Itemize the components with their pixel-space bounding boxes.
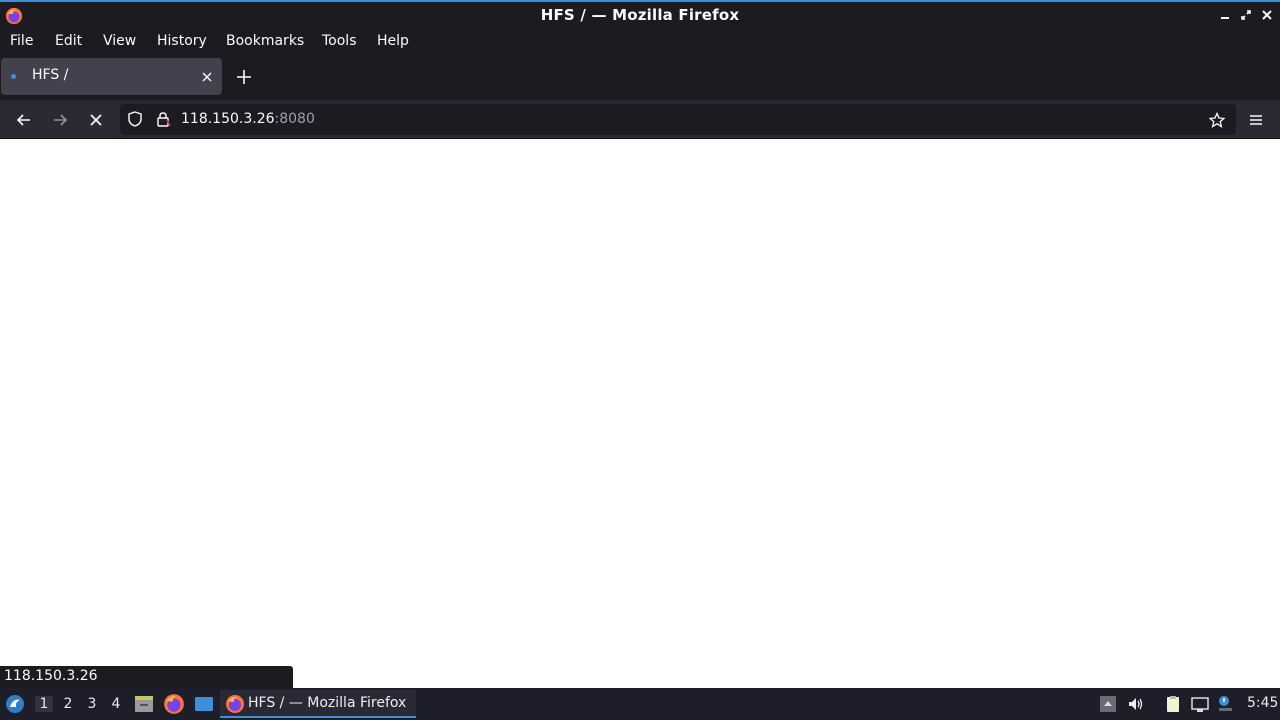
stop-icon — [90, 114, 102, 126]
shield-icon[interactable] — [127, 111, 143, 127]
stop-button[interactable] — [83, 107, 109, 133]
bookmark-button[interactable] — [1204, 107, 1230, 133]
navigation-toolbar: 118.150.3.26:8080 — [0, 100, 1280, 139]
minimize-icon — [1221, 17, 1229, 19]
forward-arrow-icon — [54, 114, 68, 126]
tab-label: HFS / — [32, 67, 69, 83]
menu-help[interactable]: Help — [377, 33, 409, 49]
page-content[interactable] — [0, 140, 1280, 688]
file-manager-icon[interactable] — [133, 693, 155, 715]
tab-close-icon[interactable] — [199, 69, 215, 85]
notification-icon[interactable] — [1216, 695, 1234, 713]
menu-history[interactable]: History — [157, 33, 207, 49]
hamburger-menu-icon — [1250, 115, 1262, 125]
menu-bookmarks[interactable]: Bookmarks — [226, 33, 304, 49]
start-menu-icon[interactable] — [4, 693, 26, 715]
desktop-icon[interactable] — [193, 693, 215, 715]
firefox-icon — [226, 695, 244, 713]
url-text[interactable]: 118.150.3.26:8080 — [181, 111, 315, 127]
url-port: :8080 — [274, 111, 315, 127]
maximize-button[interactable] — [1237, 6, 1255, 24]
close-window-button[interactable] — [1258, 6, 1276, 24]
window-title: HFS / — Mozilla Firefox — [540, 6, 740, 24]
tray-expand-icon[interactable] — [1099, 695, 1117, 713]
menu-tools[interactable]: Tools — [322, 33, 357, 49]
close-icon — [1262, 10, 1272, 20]
window-titlebar: HFS / — Mozilla Firefox — [0, 0, 1280, 29]
menu-view[interactable]: View — [103, 33, 136, 49]
tab-hfs[interactable]: HFS / — [1, 58, 222, 95]
taskbar-firefox-window[interactable]: HFS / — Mozilla Firefox — [220, 690, 416, 718]
back-button[interactable] — [11, 107, 37, 133]
status-link-panel: 118.150.3.26 — [0, 666, 293, 688]
clock[interactable]: 5:45 — [1247, 695, 1278, 711]
workspace-1[interactable]: 1 — [35, 696, 53, 712]
star-icon — [1209, 112, 1225, 128]
app-menu-button[interactable] — [1243, 107, 1269, 133]
tab-strip: HFS / — [0, 54, 1280, 100]
back-arrow-icon — [16, 114, 30, 126]
lock-icon[interactable] — [155, 111, 171, 127]
url-bar[interactable]: 118.150.3.26:8080 — [120, 104, 1236, 135]
loading-indicator-icon — [11, 74, 16, 79]
maximize-icon — [1241, 10, 1251, 20]
firefox-launcher-icon[interactable] — [163, 693, 185, 715]
workspace-3[interactable]: 3 — [83, 696, 101, 712]
clipboard-icon[interactable] — [1164, 695, 1182, 713]
taskbar: 1 2 3 4 HFS / — Mozilla Firefox 5:45 — [0, 688, 1280, 720]
menu-bar: File Edit View History Bookmarks Tools H… — [0, 29, 1280, 54]
workspace-2[interactable]: 2 — [59, 696, 77, 712]
minimize-button[interactable] — [1216, 6, 1234, 24]
menu-file[interactable]: File — [10, 33, 33, 49]
taskbar-window-label: HFS / — Mozilla Firefox — [248, 695, 407, 711]
new-tab-button[interactable] — [233, 66, 255, 88]
url-host: 118.150.3.26 — [181, 111, 275, 127]
volume-icon[interactable] — [1127, 695, 1145, 713]
workspace-4[interactable]: 4 — [107, 696, 125, 712]
menu-edit[interactable]: Edit — [55, 33, 82, 49]
forward-button[interactable] — [47, 107, 73, 133]
network-icon[interactable] — [1191, 695, 1209, 713]
